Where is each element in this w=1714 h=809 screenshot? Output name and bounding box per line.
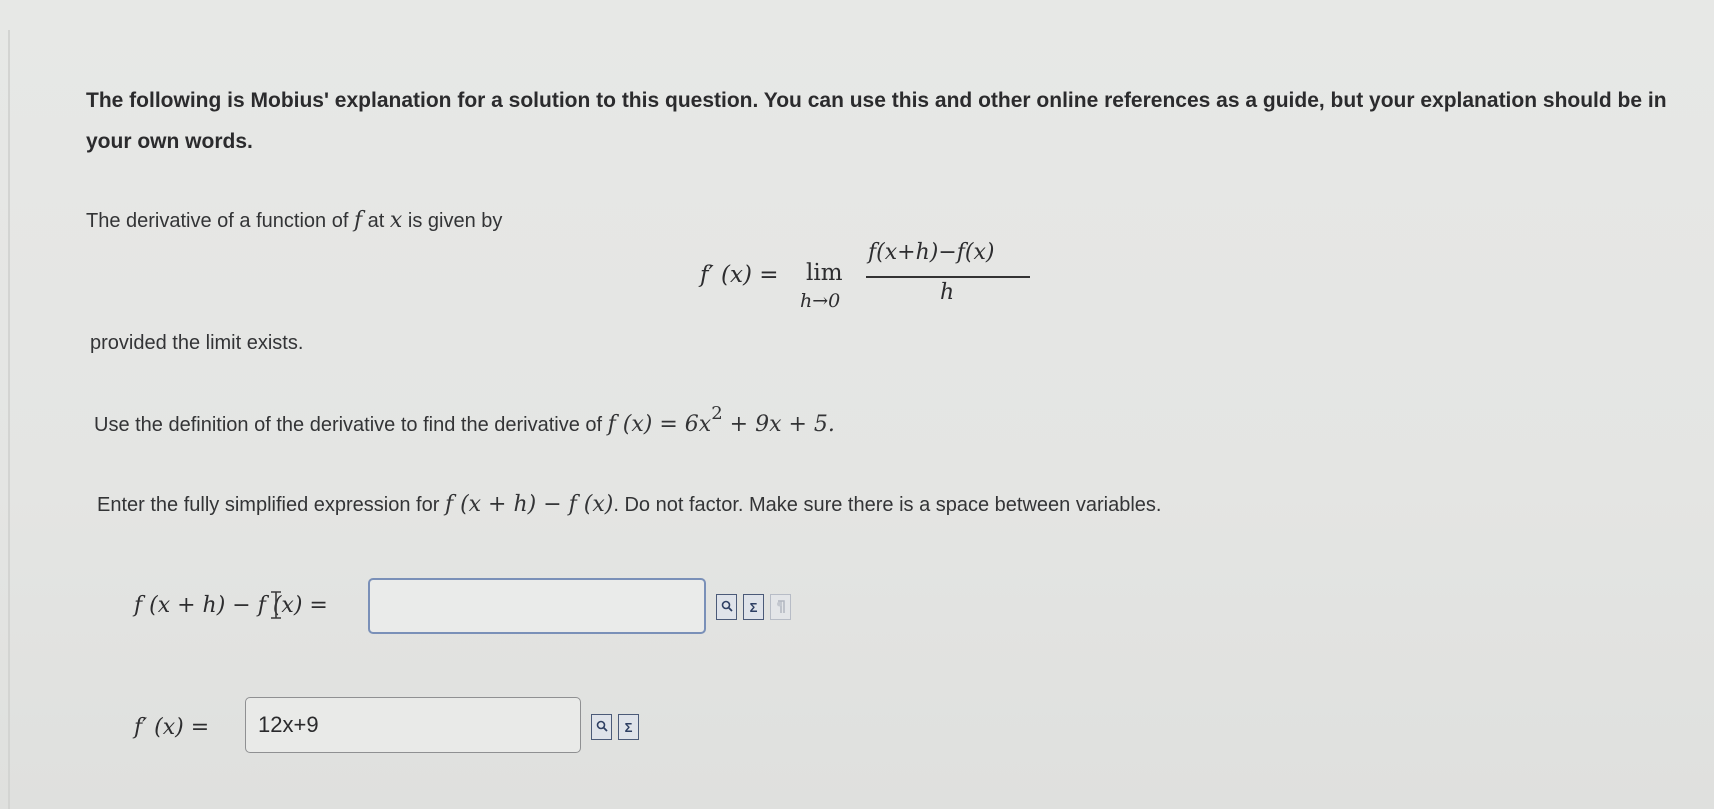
instruction-text-after: . Do not factor. Make sure there is a sp…: [613, 494, 1162, 516]
definition-text-before: The derivative of a function of: [86, 210, 349, 232]
formula-lim-subscript: h→0: [800, 290, 841, 312]
formula-numerator: f(x+h)−f(x): [868, 240, 995, 265]
sigma-icon[interactable]: Σ: [618, 714, 639, 740]
instruction-expression: f (x + h) − f (x): [444, 492, 614, 517]
answer2-label: f′ (x) =: [134, 715, 210, 740]
definition-var-x: x: [389, 208, 403, 233]
task-function-rest: + 9x + 5.: [729, 412, 835, 437]
task-function-base: f (x) = 6x: [607, 412, 712, 437]
text-cursor-icon: [271, 591, 281, 619]
task-exponent: 2: [711, 403, 723, 424]
definition-text-after: is given by: [407, 210, 503, 232]
task-function: f (x) = 6x2 + 9x + 5.: [607, 403, 835, 437]
derivative-definition-formula: f′ (x) = lim h→0 f(x+h)−f(x) h: [700, 240, 1040, 312]
sigma-icon[interactable]: Σ: [743, 594, 764, 620]
instruction-sentence: Enter the fully simplified expression fo…: [97, 492, 1161, 517]
paragraph-icon[interactable]: [770, 594, 791, 620]
instruction-text: Enter the fully simplified expression fo…: [97, 494, 440, 516]
definition-var-f: f: [353, 208, 363, 233]
definition-sentence: The derivative of a function of f at x i…: [86, 208, 502, 233]
formula-denominator: h: [940, 280, 955, 305]
answer1-label: f (x + h) − f (x) =: [134, 593, 328, 618]
task-sentence: Use the definition of the derivative to …: [94, 403, 835, 437]
formula-lhs: f′ (x) =: [700, 262, 779, 288]
formula-fraction-bar: [866, 276, 1030, 278]
answer1-input[interactable]: [368, 578, 706, 634]
answer2-input[interactable]: [245, 697, 581, 753]
definition-text-mid: at: [367, 210, 385, 232]
preview-icon[interactable]: [716, 594, 737, 620]
page-left-edge: [8, 30, 10, 809]
intro-text: The following is Mobius' explanation for…: [86, 89, 1667, 153]
provided-text: provided the limit exists.: [90, 332, 304, 354]
task-text: Use the definition of the derivative to …: [94, 414, 603, 436]
formula-lim: lim: [806, 260, 843, 286]
preview-icon[interactable]: [591, 714, 612, 740]
